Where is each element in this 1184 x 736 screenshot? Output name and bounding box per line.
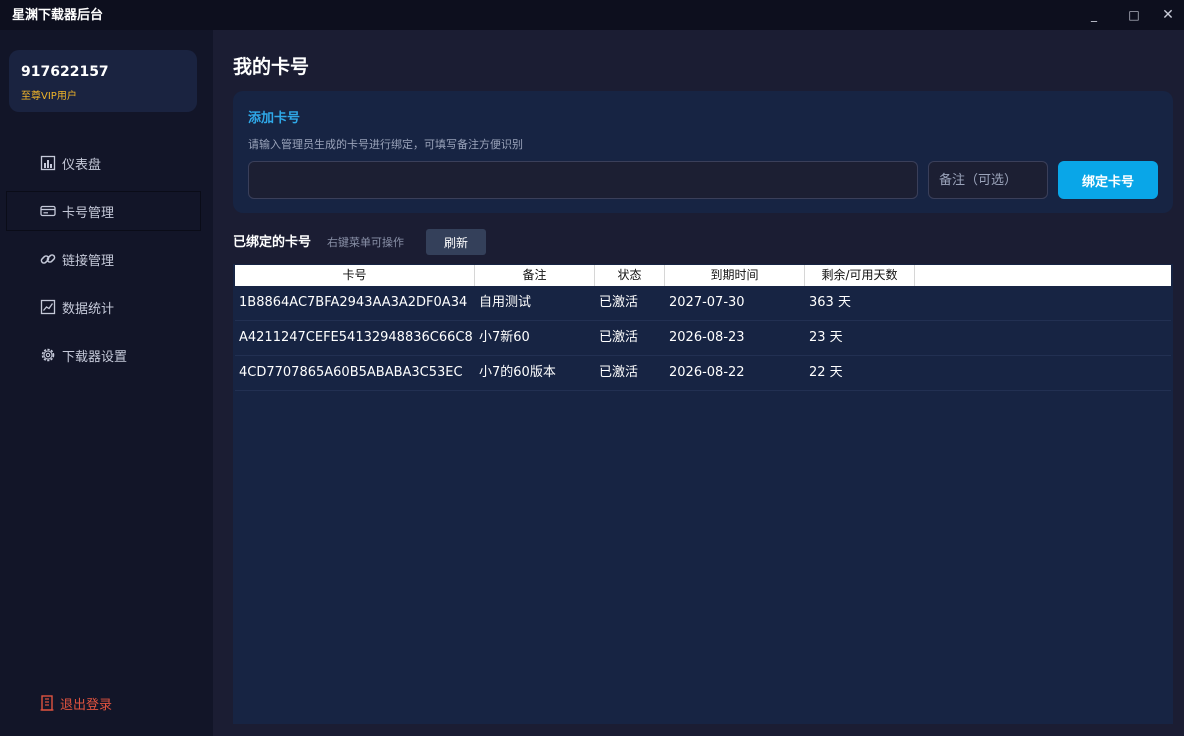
add-card-title: 添加卡号 [248,111,301,126]
cell-card-number: 1B8864AC7BFA2943AA3A2DF0A34 [239,295,468,310]
cell-expiry: 2026-08-22 [669,365,745,380]
cell-status: 已激活 [599,295,639,310]
cell-remaining-days: 22 天 [809,365,843,380]
cell-remaining-days: 363 天 [809,295,851,310]
column-header-filler [915,265,1171,286]
column-header-status[interactable]: 状态 [595,265,665,286]
sidebar-item-label: 仪表盘 [62,157,102,173]
table-body: 1B8864AC7BFA2943AA3A2DF0A34 自用测试 已激活 202… [235,286,1171,391]
sidebar-item-label: 链接管理 [62,253,115,269]
column-header-card-number[interactable]: 卡号 [235,265,475,286]
sidebar-item-link-management[interactable]: 链接管理 [6,239,201,279]
sidebar-item-label: 卡号管理 [62,205,115,221]
door-exit-icon [38,694,56,712]
sidebar-item-label: 下载器设置 [62,349,128,365]
sidebar: 917622157 至尊VIP用户 仪表盘 卡号管理 链接管理 数据统计 下载器… [0,30,213,736]
cell-status: 已激活 [599,365,639,380]
bar-chart-icon [39,154,57,172]
column-header-remaining-days[interactable]: 剩余/可用天数 [805,265,915,286]
column-header-expiry[interactable]: 到期时间 [665,265,805,286]
sidebar-item-label: 数据统计 [62,301,115,317]
sidebar-item-statistics[interactable]: 数据统计 [6,287,201,327]
app-title: 星渊下载器后台 [12,8,104,23]
user-card: 917622157 至尊VIP用户 [9,50,197,112]
sidebar-item-dashboard[interactable]: 仪表盘 [6,143,201,183]
bound-cards-title: 已绑定的卡号 [233,235,312,250]
bind-card-button[interactable]: 绑定卡号 [1058,161,1158,199]
card-icon [39,202,57,220]
table-row[interactable]: 4CD7707865A60B5ABABA3C53EC 小7的60版本 已激活 2… [235,356,1171,391]
column-header-note[interactable]: 备注 [475,265,595,286]
sidebar-item-card-management[interactable]: 卡号管理 [6,191,201,231]
cell-expiry: 2026-08-23 [669,330,745,345]
maximize-button[interactable]: □ [1114,0,1154,30]
card-number-input[interactable] [248,161,918,199]
cell-filler [915,286,1171,320]
cell-note: 小7新60 [479,330,530,345]
cell-note: 小7的60版本 [479,365,556,380]
cell-card-number: A4211247CEFE54132948836C66C8 [239,330,473,345]
logout-label: 退出登录 [60,697,113,713]
table-header: 卡号 备注 状态 到期时间 剩余/可用天数 [235,265,1171,286]
user-id: 917622157 [21,64,109,80]
link-icon [39,250,57,268]
minimize-button[interactable]: _ [1074,0,1114,30]
cards-table: 卡号 备注 状态 到期时间 剩余/可用天数 1B8864AC7BFA2943AA… [233,264,1173,724]
cell-filler [915,321,1171,355]
cell-expiry: 2027-07-30 [669,295,745,310]
cell-status: 已激活 [599,330,639,345]
user-level-badge: 至尊VIP用户 [21,91,77,102]
cell-filler [915,356,1171,390]
table-row[interactable]: 1B8864AC7BFA2943AA3A2DF0A34 自用测试 已激活 202… [235,286,1171,321]
cell-card-number: 4CD7707865A60B5ABABA3C53EC [239,365,463,380]
sidebar-item-downloader-settings[interactable]: 下载器设置 [6,335,201,375]
bound-cards-hint: 右键菜单可操作 [327,236,404,249]
title-bar: 星渊下载器后台 _ □ ✕ [0,0,1184,30]
add-card-description: 请输入管理员生成的卡号进行绑定，可填写备注方便识别 [248,138,523,151]
cell-note: 自用测试 [479,295,532,310]
note-input[interactable] [928,161,1048,199]
table-row[interactable]: A4211247CEFE54132948836C66C8 小7新60 已激活 2… [235,321,1171,356]
gear-icon [39,346,57,364]
close-button[interactable]: ✕ [1152,0,1184,30]
page-title: 我的卡号 [233,56,310,78]
line-chart-icon [39,298,57,316]
cell-remaining-days: 23 天 [809,330,843,345]
main-panel: 我的卡号 添加卡号 请输入管理员生成的卡号进行绑定，可填写备注方便识别 绑定卡号… [213,30,1184,736]
refresh-button[interactable]: 刷新 [426,229,486,255]
logout-button[interactable]: 退出登录 [38,692,112,714]
add-card-panel: 添加卡号 请输入管理员生成的卡号进行绑定，可填写备注方便识别 绑定卡号 [233,91,1173,213]
